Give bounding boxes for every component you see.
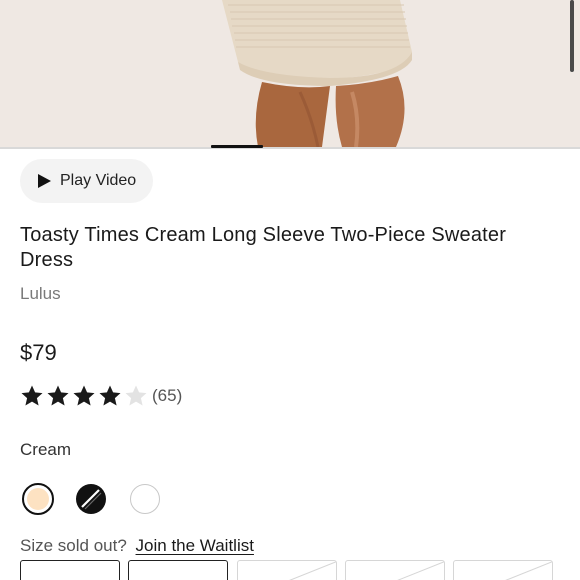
color-swatch-white[interactable] [130,484,160,514]
size-option-unavailable[interactable] [453,560,553,580]
star-filled-icon [47,385,69,406]
cream-swatch-fill [27,488,49,510]
size-option[interactable] [20,560,120,580]
carousel-indicator[interactable] [211,145,263,148]
selected-color-label: Cream [20,440,72,459]
join-waitlist-link[interactable]: Join the Waitlist [136,536,254,555]
hero-photo [0,0,580,147]
size-option-unavailable[interactable] [237,560,337,580]
star-filled-icon [21,385,43,406]
product-hero-image[interactable] [0,0,580,147]
size-sold-out-text: Size sold out? [20,536,127,555]
star-empty-icon [125,385,147,406]
product-rating[interactable]: (65) [20,384,182,408]
play-video-button[interactable]: Play Video [20,159,153,203]
strike-through-icon [397,561,444,580]
strike-through-icon [289,561,336,580]
play-icon [38,174,51,188]
color-swatch-cream[interactable] [22,483,54,515]
color-swatch-black[interactable] [76,484,106,514]
rating-count[interactable]: (65) [152,386,182,406]
hero-scrollbar[interactable] [570,0,574,72]
product-price: $79 [20,340,57,365]
product-brand[interactable]: Lulus [20,284,61,304]
play-video-label: Play Video [60,172,137,189]
size-option[interactable] [128,560,228,580]
strike-through-icon [505,561,552,580]
size-sold-out-line: Size sold out? Join the Waitlist [20,536,254,556]
product-title: Toasty Times Cream Long Sleeve Two-Piece… [20,224,507,271]
carousel-track [0,147,580,149]
black-swatch-sheen [81,489,102,510]
size-option-unavailable[interactable] [345,560,445,580]
star-filled-icon [99,385,121,406]
star-filled-icon [73,385,95,406]
